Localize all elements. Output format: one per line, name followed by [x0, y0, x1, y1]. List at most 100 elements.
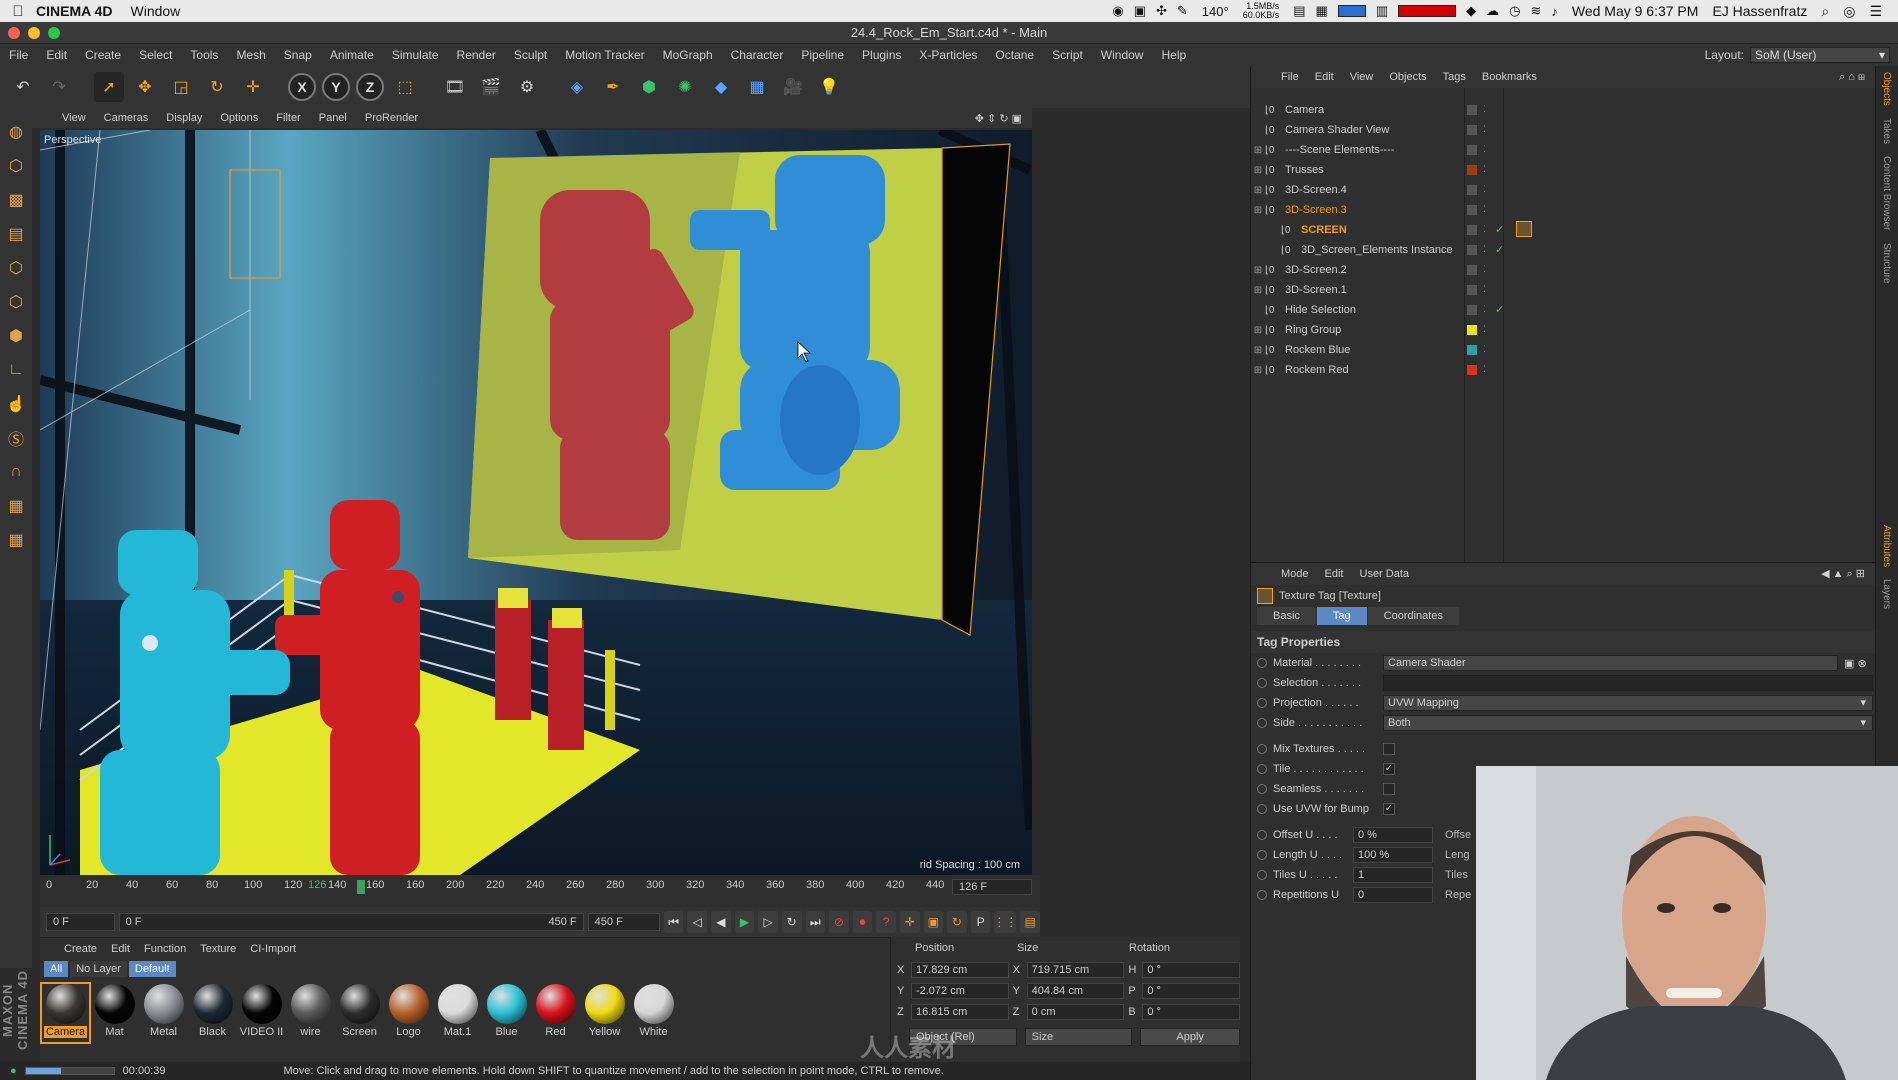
- status-icon-1[interactable]: ◉: [1112, 3, 1123, 19]
- select-tool-icon[interactable]: ➚: [94, 72, 124, 102]
- visibility-dots-icon[interactable]: ⁚: [1483, 304, 1486, 315]
- obj-menu-bookmarks[interactable]: Bookmarks: [1482, 71, 1537, 83]
- pen-icon[interactable]: ✒: [598, 72, 628, 102]
- expand-icon[interactable]: ⊞: [1251, 285, 1265, 296]
- record-keys-icon[interactable]: ⊘: [829, 911, 849, 933]
- object-row[interactable]: ⌊0 3D_Screen_Elements Instance ⁚ ✓: [1251, 240, 1876, 260]
- viewport-menu-filter[interactable]: Filter: [276, 112, 300, 124]
- go-to-end-icon[interactable]: ⏭: [805, 911, 826, 933]
- menu-select[interactable]: Select: [130, 48, 181, 62]
- viewport-menu-cameras[interactable]: Cameras: [104, 112, 149, 124]
- autokey-icon[interactable]: ⏺: [852, 911, 873, 933]
- render-picture-viewer-icon[interactable]: 🎬: [476, 72, 506, 102]
- cloud-icon[interactable]: ☁: [1486, 3, 1499, 19]
- filter-default[interactable]: Default: [128, 961, 176, 977]
- menu-list-icon[interactable]: ☰: [1869, 3, 1882, 20]
- obj-menu-tags[interactable]: Tags: [1443, 71, 1466, 83]
- material-menu-function[interactable]: Function: [144, 943, 186, 955]
- layout-select[interactable]: SoM (User) ▾: [1750, 47, 1890, 63]
- size-x-field[interactable]: 719.715 cm: [1026, 961, 1125, 978]
- rotation-b-field[interactable]: 0 °: [1142, 1003, 1241, 1020]
- obj-menu-edit[interactable]: Edit: [1315, 71, 1334, 83]
- menu-tools[interactable]: Tools: [181, 48, 227, 62]
- y-axis-lock-icon[interactable]: Y: [322, 73, 350, 101]
- expand-icon[interactable]: ⊞: [1251, 205, 1265, 216]
- enabled-check-icon[interactable]: ✓: [1495, 303, 1504, 316]
- menu-x-particles[interactable]: X-Particles: [910, 48, 986, 62]
- menu-create[interactable]: Create: [76, 48, 130, 62]
- menu-sculpt[interactable]: Sculpt: [505, 48, 556, 62]
- edges-mode-icon[interactable]: ⬡: [3, 288, 29, 316]
- apply-button[interactable]: Apply: [1140, 1028, 1241, 1046]
- status-icon-2[interactable]: ▣: [1134, 3, 1146, 19]
- expand-icon[interactable]: ⊞: [1251, 365, 1265, 376]
- menu-mograph[interactable]: MoGraph: [654, 48, 722, 62]
- viewport-menu-panel[interactable]: Panel: [319, 112, 347, 124]
- visibility-dots-icon[interactable]: ⁚: [1483, 144, 1486, 155]
- rotation-h-field[interactable]: 0 °: [1142, 961, 1241, 978]
- obj-search-icon[interactable]: ⌕ ⌂ ⊞: [1839, 71, 1875, 84]
- mac-menu-window[interactable]: Window: [131, 3, 181, 19]
- menu-animate[interactable]: Animate: [321, 48, 383, 62]
- app-menu-name[interactable]: CINEMA 4D: [36, 3, 113, 19]
- layer-color-swatch[interactable]: [1467, 105, 1477, 115]
- menu-pipeline[interactable]: Pipeline: [792, 48, 853, 62]
- key-scale-icon[interactable]: ▣: [923, 911, 944, 933]
- material-link-field[interactable]: Camera Shader: [1383, 655, 1838, 671]
- visibility-dots-icon[interactable]: ⁚: [1483, 364, 1486, 375]
- end-frame-field[interactable]: 450 F: [587, 913, 660, 931]
- siri-icon[interactable]: ◎: [1843, 3, 1855, 20]
- menu-window[interactable]: Window: [1092, 48, 1153, 62]
- snap-icon[interactable]: ∩: [3, 458, 29, 486]
- viewport-menu-view[interactable]: View: [62, 112, 86, 124]
- tab-basic[interactable]: Basic: [1257, 607, 1316, 625]
- cpu-meter-icon[interactable]: [1337, 5, 1366, 17]
- move-tool-icon[interactable]: ✥: [130, 72, 160, 102]
- timeline-window-icon[interactable]: ▤: [1020, 911, 1040, 933]
- size-z-field[interactable]: 0 cm: [1026, 1003, 1125, 1020]
- key-pla-icon[interactable]: ⋮⋮: [993, 911, 1017, 933]
- obj-menu-view[interactable]: View: [1350, 71, 1374, 83]
- viewport-perspective[interactable]: Perspective rid Spacing : 100 cm: [40, 130, 1032, 875]
- menubar-icon-c[interactable]: ▥: [1376, 3, 1388, 19]
- obj-menu-objects[interactable]: Objects: [1389, 71, 1426, 83]
- current-frame-field[interactable]: 126 F: [952, 879, 1032, 895]
- deformer-icon[interactable]: ◆: [706, 72, 736, 102]
- tab-tag[interactable]: Tag: [1316, 607, 1367, 625]
- rotate-tool-icon[interactable]: ↻: [202, 72, 232, 102]
- expand-icon[interactable]: ⊞: [1251, 185, 1265, 196]
- material-item[interactable]: Red: [532, 984, 579, 1042]
- transform-tool-icon[interactable]: ✛: [238, 72, 268, 102]
- material-link-icon[interactable]: ▣ ⊗: [1844, 657, 1867, 670]
- user-name[interactable]: EJ Hassenfratz: [1712, 3, 1807, 19]
- light-icon[interactable]: 💡: [814, 72, 844, 102]
- menu-file[interactable]: File: [0, 48, 37, 62]
- menu-character[interactable]: Character: [722, 48, 793, 62]
- layer-color-swatch[interactable]: [1467, 245, 1477, 255]
- viewport-menu-prorender[interactable]: ProRender: [365, 112, 418, 124]
- volume-icon[interactable]: ♪: [1551, 4, 1558, 19]
- previous-frame-icon[interactable]: ◀: [711, 911, 731, 933]
- layer-color-swatch[interactable]: [1467, 285, 1477, 295]
- status-icon-3[interactable]: ✣: [1156, 3, 1167, 19]
- object-row[interactable]: ⊞ ⌊0 3D-Screen.1 ⁚: [1251, 280, 1876, 300]
- material-item[interactable]: Blue: [483, 984, 530, 1042]
- visibility-dots-icon[interactable]: ⁚: [1483, 224, 1486, 235]
- attr-menu-edit[interactable]: Edit: [1325, 568, 1344, 580]
- rotation-p-field[interactable]: 0 °: [1142, 982, 1241, 999]
- object-row[interactable]: ⊞ ⌊0 3D-Screen.2 ⁚: [1251, 260, 1876, 280]
- visibility-dots-icon[interactable]: ⁚: [1483, 244, 1486, 255]
- dropbox-icon[interactable]: ◆: [1466, 3, 1476, 19]
- z-axis-lock-icon[interactable]: Z: [356, 73, 384, 101]
- tab-attributes[interactable]: Attributes: [1876, 519, 1897, 573]
- object-row[interactable]: ⌊0 SCREEN ⁚ ✓: [1251, 220, 1876, 240]
- material-item[interactable]: Mat.1: [434, 984, 481, 1042]
- expand-icon[interactable]: ⊞: [1251, 325, 1265, 336]
- offset-u-field[interactable]: 0 %: [1353, 827, 1433, 843]
- object-row[interactable]: ⊞ ⌊0 ----Scene Elements---- ⁚: [1251, 140, 1876, 160]
- position-z-field[interactable]: 16.815 cm: [910, 1003, 1009, 1020]
- menu-render[interactable]: Render: [448, 48, 505, 62]
- floor-icon[interactable]: ▦: [742, 72, 772, 102]
- search-icon[interactable]: ⌕: [1821, 3, 1829, 20]
- filter-all[interactable]: All: [44, 961, 69, 977]
